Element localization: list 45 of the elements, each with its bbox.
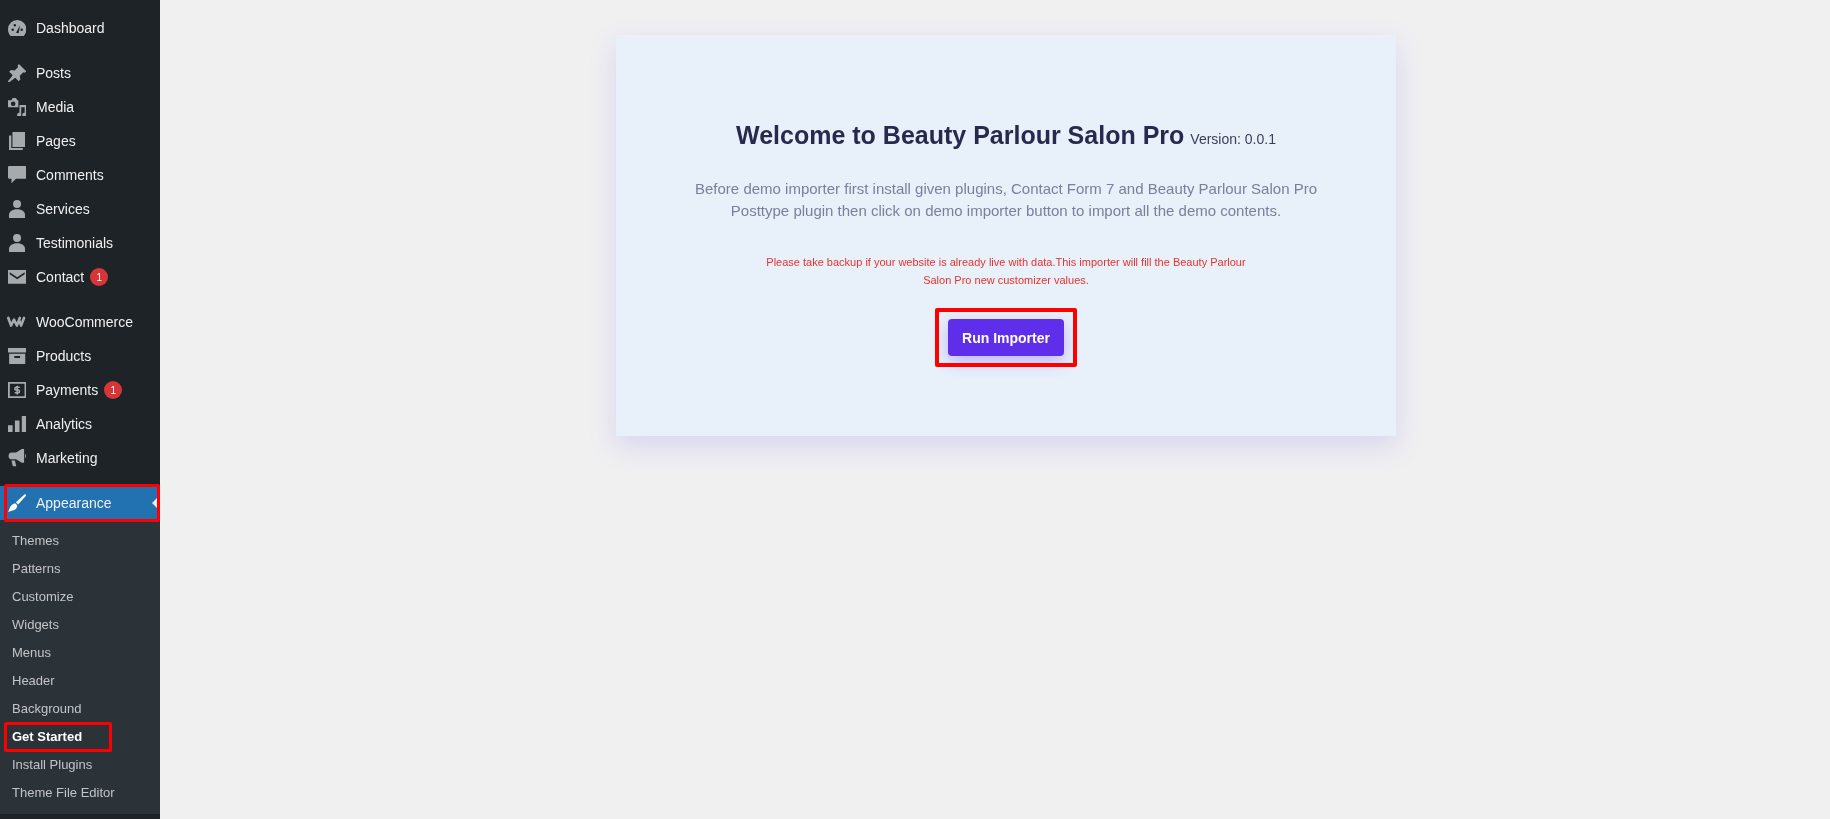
- welcome-title: Welcome to Beauty Parlour Salon Pro: [736, 121, 1185, 149]
- bar-chart-icon: [7, 415, 27, 433]
- submenu-item[interactable]: Header: [0, 667, 160, 695]
- submenu-item[interactable]: Install Plugins: [0, 751, 160, 779]
- submenu-item[interactable]: Theme File Editor: [0, 779, 160, 807]
- menu-item[interactable]: Services: [0, 192, 160, 226]
- paintbrush-icon: [7, 493, 27, 513]
- person-icon: [8, 233, 26, 253]
- zigzag-icon: [7, 316, 27, 328]
- submenu-item[interactable]: Background: [0, 695, 160, 723]
- menu-item[interactable]: WooCommerce: [0, 305, 160, 339]
- person-icon: [8, 199, 26, 219]
- submenu-item[interactable]: Widgets: [0, 611, 160, 639]
- menu-item[interactable]: Comments: [0, 158, 160, 192]
- version-label: Version: 0.0.1: [1190, 131, 1276, 147]
- submenu-item[interactable]: Themes: [0, 527, 160, 555]
- comment-icon: [7, 166, 27, 184]
- archive-box-icon: [7, 347, 27, 365]
- run-importer-button[interactable]: Run Importer: [948, 319, 1064, 356]
- submenu-item[interactable]: Patterns: [0, 555, 160, 583]
- menu-item[interactable]: Pages: [0, 124, 160, 158]
- warning-text: Please take backup if your website is already live with data.This importer will fill the Beauty Parlour Salon Pro new customizer values.: [765, 255, 1247, 288]
- menu-item[interactable]: Analytics: [0, 407, 160, 441]
- pin-icon: [7, 63, 27, 83]
- menu-item[interactable]: Contact 1: [0, 260, 160, 294]
- gauge-icon: [7, 19, 27, 37]
- menu-item[interactable]: Testimonials: [0, 226, 160, 260]
- menu-item[interactable]: Payments 1: [0, 373, 160, 407]
- envelope-icon: [7, 270, 27, 284]
- submenu-item[interactable]: Customize: [0, 583, 160, 611]
- menu-item[interactable]: Media: [0, 90, 160, 124]
- menu-item[interactable]: Dashboard: [0, 11, 160, 45]
- menu-item[interactable]: Appearance: [0, 486, 160, 520]
- notification-badge: 1: [104, 381, 123, 399]
- menu-item[interactable]: Posts: [0, 56, 160, 90]
- menu-item[interactable]: Products: [0, 339, 160, 373]
- pages-icon: [8, 131, 26, 151]
- notification-badge: 1: [90, 268, 109, 286]
- intro-text: Before demo importer first install given plugins, Contact Form 7 and Beauty Parlour Salon Pro Posttype plugin then click on demo importer button to import all the demo contents.: [694, 179, 1318, 221]
- submenu-item[interactable]: Menus: [0, 639, 160, 667]
- menu-item[interactable]: Marketing: [0, 441, 160, 475]
- megaphone-icon: [7, 449, 27, 467]
- submenu-item[interactable]: Get Started: [0, 723, 160, 751]
- dollar-box-icon: [7, 381, 27, 399]
- camera-note-icon: [7, 97, 27, 117]
